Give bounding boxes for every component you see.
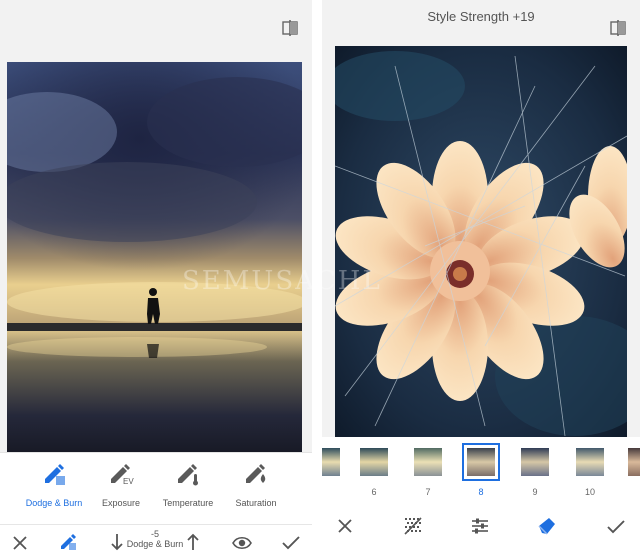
- dodge-burn-icon: [45, 464, 65, 485]
- compare-icon[interactable]: [609, 19, 627, 37]
- tool-saturation[interactable]: Saturation: [218, 461, 294, 508]
- saturation-icon: [246, 464, 266, 483]
- thumbnail-label: 8: [478, 487, 484, 497]
- stepper-label: Dodge & Burn: [126, 539, 184, 549]
- compare-icon[interactable]: [281, 19, 299, 37]
- tools-bar: Dodge & Burn EV Exposure Temperature Sat…: [0, 452, 312, 524]
- tool-exposure[interactable]: EV Exposure: [83, 461, 159, 508]
- sliders-icon[interactable]: [471, 517, 489, 535]
- close-icon[interactable]: [12, 535, 28, 551]
- tool-temperature[interactable]: Temperature: [150, 461, 226, 508]
- style-strength-title: Style Strength +19: [427, 9, 535, 24]
- thumbnail-label: 7: [425, 487, 431, 497]
- tool-label: Saturation: [235, 498, 277, 508]
- tool-dodge-burn[interactable]: Dodge & Burn: [16, 461, 92, 508]
- tool-label: Exposure: [101, 498, 141, 508]
- texture-icon[interactable]: [404, 517, 422, 535]
- check-icon[interactable]: [282, 535, 300, 551]
- edited-photo-flower: [335, 46, 627, 437]
- style-thumbnail[interactable]: [576, 448, 604, 476]
- eye-icon[interactable]: [232, 535, 252, 551]
- svg-text:EV: EV: [123, 477, 134, 486]
- style-thumbnail[interactable]: [521, 448, 549, 476]
- tool-label: Temperature: [162, 498, 214, 508]
- style-thumbnail[interactable]: [414, 448, 442, 476]
- bottom-toolbar: [322, 510, 640, 560]
- style-thumbnail[interactable]: [322, 448, 340, 476]
- style-thumbnails: 6 7 8 9 10: [322, 437, 640, 510]
- close-icon[interactable]: [337, 518, 353, 534]
- edited-photo-beach: [7, 62, 302, 452]
- bottom-toolbar: -5 Dodge & Burn: [0, 524, 312, 560]
- style-thumbnail[interactable]: [360, 448, 388, 476]
- brush-icon[interactable]: [58, 532, 78, 552]
- watermark-text: SEMUSACHL: [182, 266, 382, 296]
- style-brush-icon[interactable]: [537, 516, 557, 536]
- thumbnail-label: 6: [371, 487, 377, 497]
- tool-label: Dodge & Burn: [25, 498, 83, 508]
- arrow-up-icon[interactable]: [186, 533, 200, 551]
- thumbnail-label: 9: [532, 487, 538, 497]
- temperature-icon: [178, 464, 198, 486]
- style-thumbnail-selected[interactable]: [462, 443, 500, 481]
- exposure-icon: EV: [111, 464, 134, 486]
- style-thumbnail[interactable]: [628, 448, 640, 476]
- check-icon[interactable]: [607, 519, 625, 535]
- thumbnail-label: 10: [584, 487, 595, 497]
- stepper-value: -5: [150, 529, 159, 539]
